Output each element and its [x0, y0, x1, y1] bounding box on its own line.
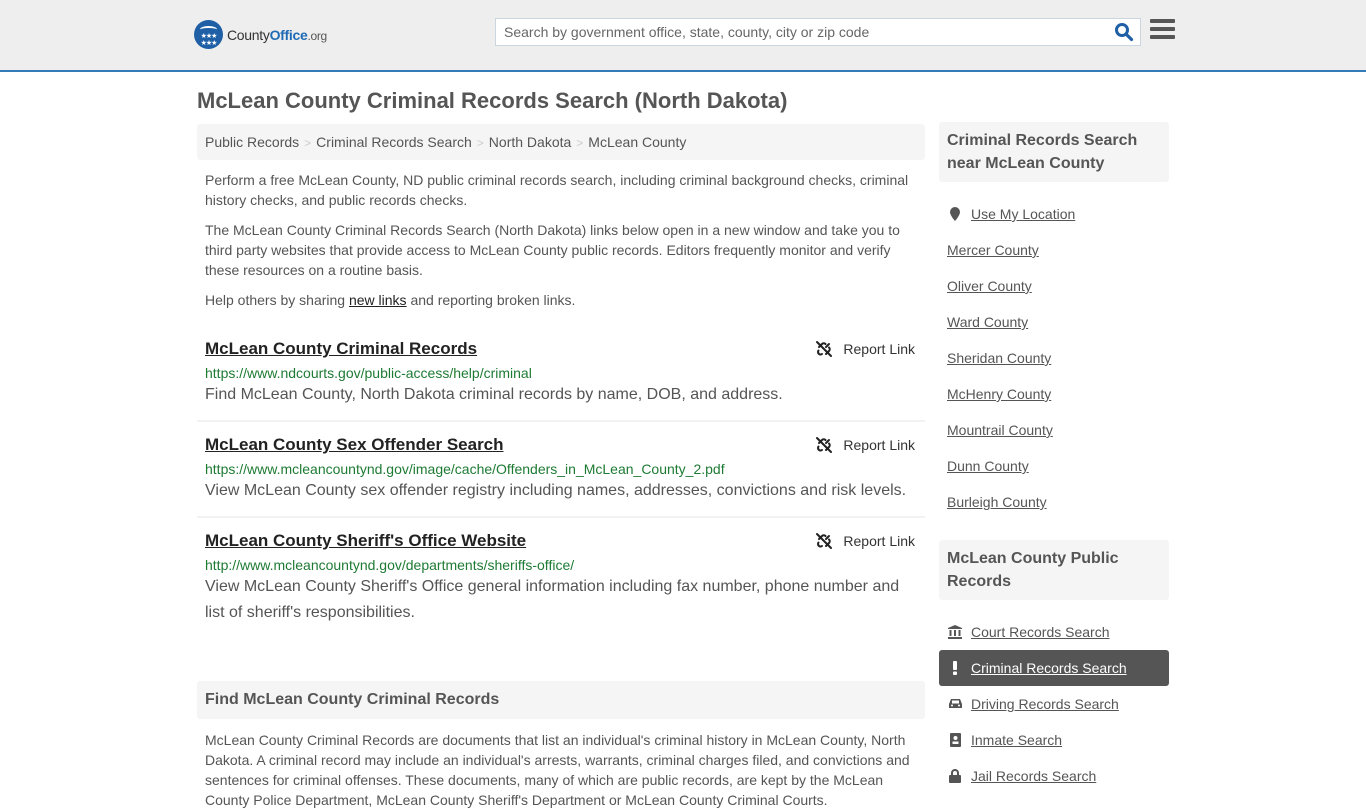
- nearby-county-item[interactable]: Mercer County: [939, 232, 1169, 268]
- use-my-location-link[interactable]: Use My Location: [971, 206, 1075, 222]
- courthouse-icon: [947, 625, 963, 639]
- map-marker-icon: [947, 207, 963, 221]
- breadcrumb-separator: >: [304, 136, 312, 150]
- record-url: https://www.mcleancountynd.gov/image/cac…: [205, 461, 725, 477]
- nearby-county-item[interactable]: Dunn County: [939, 448, 1169, 484]
- intro: Perform a free McLean County, ND public …: [197, 170, 925, 310]
- site-header: ★★★ ★★★ CountyOffice.org: [0, 0, 1366, 72]
- record-item: McLean County Criminal Records Report Li…: [197, 326, 925, 422]
- find-records-text: McLean County Criminal Records are docum…: [205, 732, 910, 808]
- nearby-county-link[interactable]: Dunn County: [947, 458, 1029, 474]
- record-url: https://www.ndcourts.gov/public-access/h…: [205, 365, 532, 381]
- nearby-county-link[interactable]: Oliver County: [947, 278, 1032, 294]
- nearby-county-item[interactable]: Ward County: [939, 304, 1169, 340]
- driving-records-search-link[interactable]: Driving Records Search: [971, 696, 1119, 712]
- jail-records-search-link[interactable]: Jail Records Search: [971, 768, 1096, 784]
- nearby-county-item[interactable]: Burleigh County: [939, 484, 1169, 520]
- new-links-link[interactable]: new links: [349, 292, 407, 308]
- page-title: McLean County Criminal Records Search (N…: [197, 88, 788, 113]
- report-link-button[interactable]: Report Link: [815, 436, 915, 454]
- nearby-county-link[interactable]: Burleigh County: [947, 494, 1047, 510]
- public-record-item[interactable]: Jail Records Search: [939, 758, 1169, 794]
- record-item: McLean County Sex Offender Search Report…: [197, 422, 925, 518]
- public-records-list: Court Records Search Criminal Records Se…: [939, 614, 1169, 794]
- use-my-location-item[interactable]: Use My Location: [939, 196, 1169, 232]
- help-paragraph: Help others by sharing new links and rep…: [205, 292, 576, 308]
- nearby-county-link[interactable]: Mountrail County: [947, 422, 1053, 438]
- record-list: McLean County Criminal Records Report Li…: [197, 326, 925, 638]
- public-record-item-active[interactable]: Criminal Records Search: [939, 650, 1169, 686]
- inmate-search-link[interactable]: Inmate Search: [971, 732, 1062, 748]
- search-button[interactable]: [1114, 22, 1134, 42]
- countyoffice-logo[interactable]: ★★★ ★★★ CountyOffice.org: [194, 20, 327, 49]
- nearby-county-link[interactable]: McHenry County: [947, 386, 1051, 402]
- search-input[interactable]: [496, 19, 1096, 45]
- search-icon: [1115, 23, 1134, 42]
- broken-link-icon: [816, 437, 833, 453]
- broken-link-icon: [816, 533, 833, 549]
- breadcrumb-mclean-county[interactable]: McLean County: [588, 134, 686, 150]
- public-record-item[interactable]: Inmate Search: [939, 722, 1169, 758]
- report-link-button[interactable]: Report Link: [815, 340, 915, 358]
- exclamation-icon: [947, 661, 963, 675]
- criminal-records-search-link[interactable]: Criminal Records Search: [971, 660, 1127, 676]
- breadcrumb-criminal-records-search[interactable]: Criminal Records Search: [316, 134, 472, 150]
- search-box: [495, 18, 1141, 46]
- record-description: View McLean County Sheriff's Office gene…: [205, 578, 900, 621]
- broken-link-icon: [816, 341, 833, 357]
- breadcrumb-separator: >: [576, 136, 584, 150]
- hamburger-menu-icon[interactable]: [1150, 19, 1175, 41]
- public-record-item[interactable]: Court Records Search: [939, 614, 1169, 650]
- logo-text: CountyOffice.org: [227, 26, 327, 43]
- nearby-county-link[interactable]: Sheridan County: [947, 350, 1051, 366]
- breadcrumb-public-records[interactable]: Public Records: [205, 134, 299, 150]
- record-url: http://www.mcleancountynd.gov/department…: [205, 557, 575, 573]
- lock-icon: [947, 769, 963, 783]
- record-title-link[interactable]: McLean County Criminal Records: [205, 339, 477, 359]
- breadcrumb: Public Records > Criminal Records Search > N…: [197, 124, 925, 160]
- car-icon: [947, 698, 963, 710]
- nearby-heading: Criminal Records Search near McLean Coun…: [939, 122, 1169, 182]
- record-item: McLean County Sheriff's Office Website R…: [197, 518, 925, 638]
- nearby-county-link[interactable]: Mercer County: [947, 242, 1039, 258]
- report-link-button[interactable]: Report Link: [815, 532, 915, 550]
- nearby-county-item[interactable]: Sheridan County: [939, 340, 1169, 376]
- nearby-county-link[interactable]: Ward County: [947, 314, 1028, 330]
- court-records-search-link[interactable]: Court Records Search: [971, 624, 1110, 640]
- nearby-county-item[interactable]: McHenry County: [939, 376, 1169, 412]
- id-badge-icon: [947, 733, 963, 747]
- nearby-list: Use My Location Mercer County Oliver Cou…: [939, 196, 1169, 520]
- record-title-link[interactable]: McLean County Sex Offender Search: [205, 435, 504, 455]
- record-description: Find McLean County, North Dakota crimina…: [205, 386, 783, 403]
- find-records-heading: Find McLean County Criminal Records: [197, 681, 925, 719]
- intro-paragraph: The McLean County Criminal Records Searc…: [205, 222, 900, 278]
- main-content: Public Records > Criminal Records Search > N…: [197, 124, 925, 810]
- breadcrumb-north-dakota[interactable]: North Dakota: [489, 134, 571, 150]
- eagle-logo-icon: ★★★ ★★★: [194, 20, 223, 49]
- record-description: View McLean County sex offender registry…: [205, 482, 907, 499]
- breadcrumb-separator: >: [476, 136, 484, 150]
- public-records-heading: McLean County Public Records: [939, 540, 1169, 600]
- public-record-item[interactable]: Driving Records Search: [939, 686, 1169, 722]
- nearby-county-item[interactable]: Oliver County: [939, 268, 1169, 304]
- nearby-county-item[interactable]: Mountrail County: [939, 412, 1169, 448]
- record-title-link[interactable]: McLean County Sheriff's Office Website: [205, 531, 526, 551]
- intro-paragraph: Perform a free McLean County, ND public …: [205, 172, 909, 208]
- sidebar: Criminal Records Search near McLean Coun…: [939, 122, 1169, 794]
